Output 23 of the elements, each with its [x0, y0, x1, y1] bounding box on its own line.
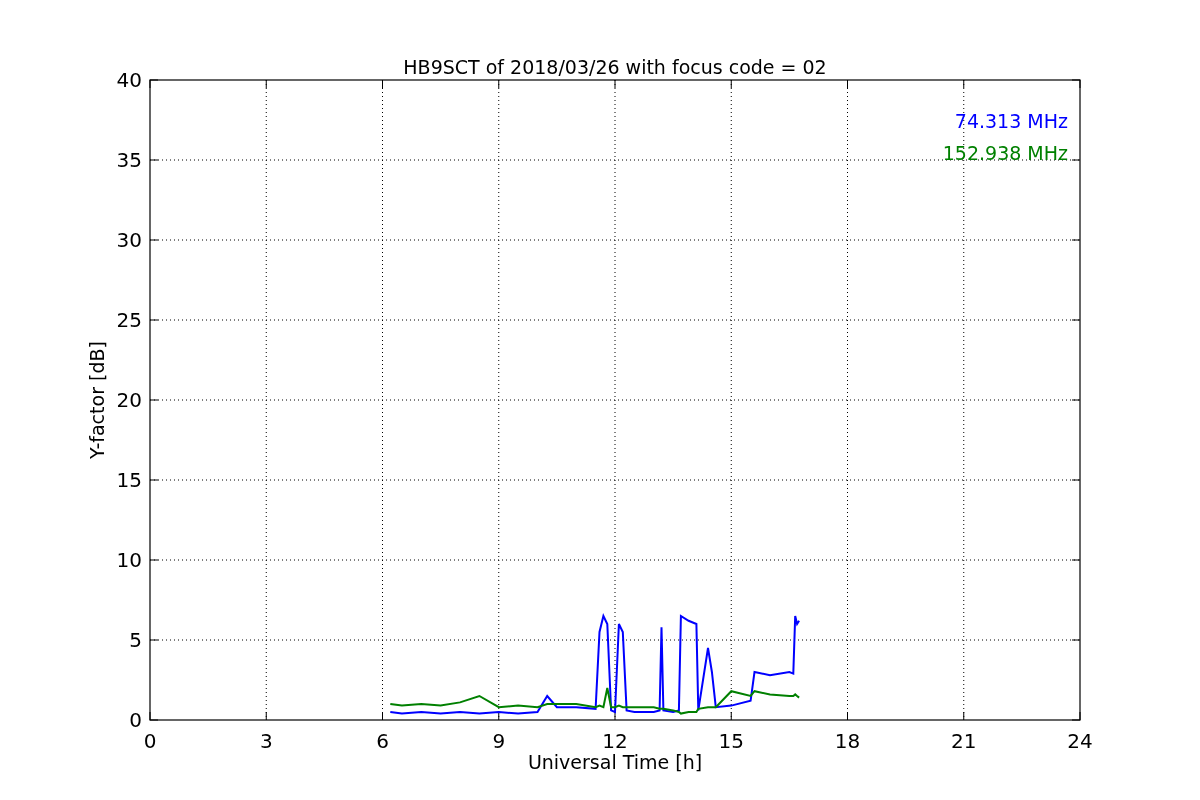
y-tick-label: 10: [116, 548, 142, 572]
y-axis-label: Y-factor [dB]: [86, 341, 108, 459]
x-tick-label: 15: [718, 729, 744, 753]
x-tick-label: 24: [1067, 729, 1093, 753]
y-tick-label: 35: [116, 148, 142, 172]
y-tick-label: 25: [116, 308, 142, 332]
y-tick-label: 0: [129, 708, 142, 732]
y-tick-label: 20: [116, 388, 142, 412]
y-tick-label: 30: [116, 228, 142, 252]
x-axis-label: Universal Time [h]: [527, 751, 703, 773]
x-tick-label: 0: [143, 729, 157, 753]
y-tick-label: 5: [129, 628, 142, 652]
legend-label: 152.938 MHz: [942, 142, 1068, 164]
x-tick-label: 3: [259, 729, 273, 753]
x-tick-label: 12: [602, 729, 628, 753]
y-tick-label: 40: [116, 68, 142, 92]
y-tick-label: 15: [116, 468, 142, 492]
x-tick-label: 18: [834, 729, 861, 753]
x-tick-label: 9: [492, 729, 506, 753]
legend-label: 74.313 MHz: [954, 110, 1068, 132]
x-tick-label: 21: [951, 729, 977, 753]
chart-title: HB9SCT of 2018/03/26 with focus code = 02: [403, 56, 827, 78]
x-tick-label: 6: [376, 729, 389, 753]
